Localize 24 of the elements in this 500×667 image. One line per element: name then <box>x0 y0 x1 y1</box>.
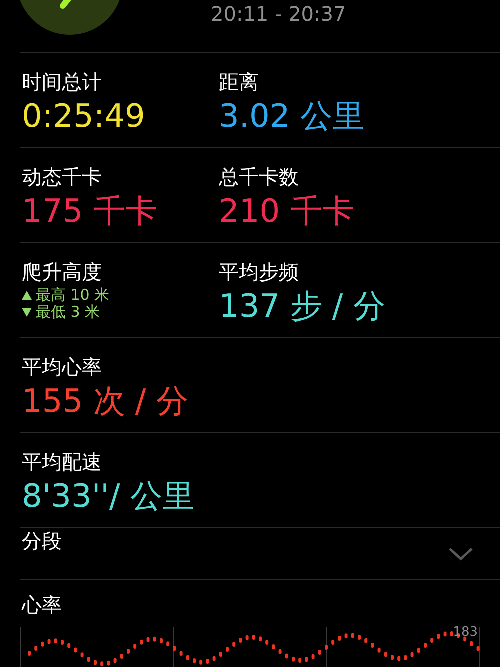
metric-value: 3.02 公里 <box>219 96 364 137</box>
metric-value: 155 次 / 分 <box>22 381 188 422</box>
metric-label: 动态千卡 <box>22 164 102 190</box>
metric-value: 137 步 / 分 <box>219 286 386 327</box>
metric-value: 8'33''/ 公里 <box>22 476 194 517</box>
metric-label: 时间总计 <box>22 69 102 95</box>
axis-max-label: 183 <box>453 625 478 640</box>
elevation-high: 最高 10 米 <box>36 287 110 304</box>
up-triangle-icon <box>22 291 32 300</box>
metric-value: 210 千卡 <box>219 191 354 232</box>
heart-rate-title: 心率 <box>22 592 63 618</box>
time-range: 20:11 - 20:37 <box>211 2 346 26</box>
metric-label: 平均心率 <box>22 354 102 380</box>
metric-label: 总千卡数 <box>219 164 299 190</box>
segments-label: 分段 <box>22 528 62 554</box>
metric-label: 爬升高度 <box>22 259 102 285</box>
metric-value: 0:25:49 <box>22 96 146 137</box>
chevron-icon[interactable] <box>448 546 474 560</box>
down-triangle-icon <box>22 308 32 317</box>
elevation-low: 最低 3 米 <box>36 304 100 321</box>
metric-label: 距离 <box>219 69 259 95</box>
metric-label: 平均步频 <box>219 259 299 285</box>
metric-value: 175 千卡 <box>22 191 158 232</box>
metric-label: 平均配速 <box>22 449 102 475</box>
